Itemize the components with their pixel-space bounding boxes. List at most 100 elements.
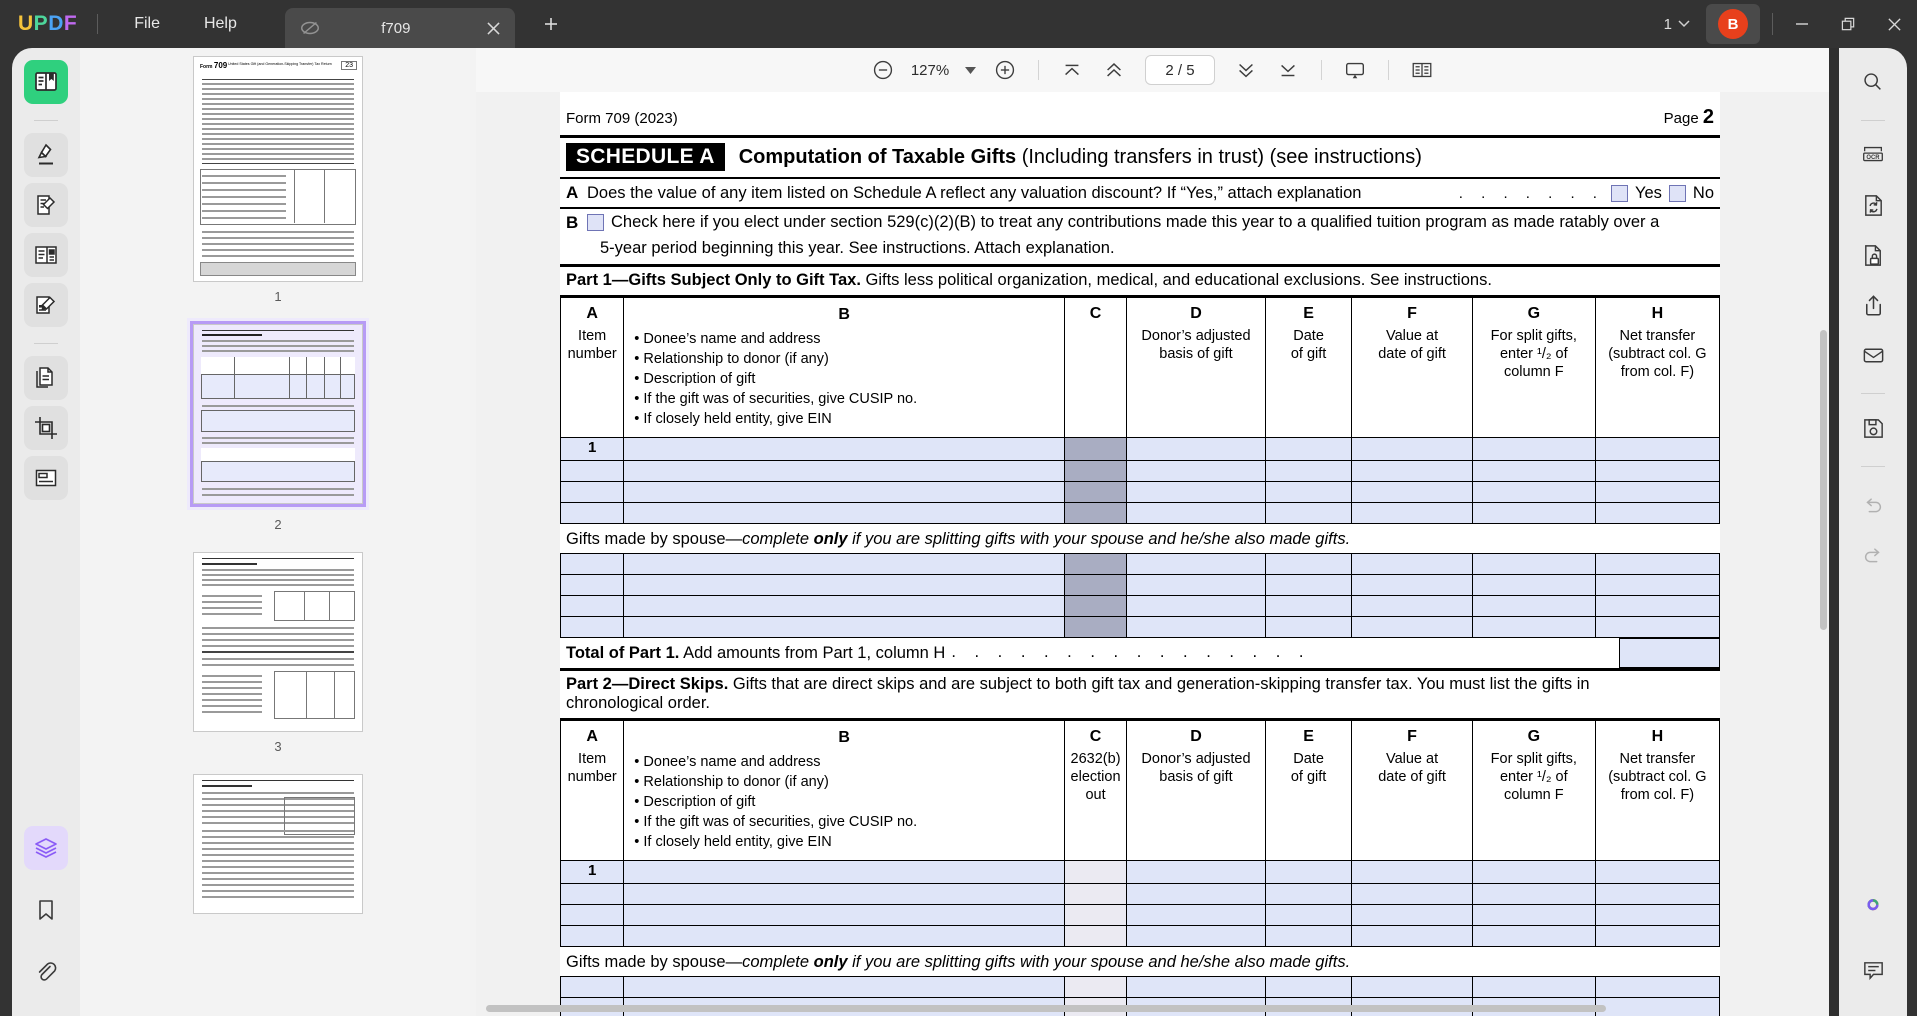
horizontal-scrollbar-thumb[interactable]: [486, 1005, 1606, 1012]
maximize-button[interactable]: [1825, 0, 1871, 48]
cell-d[interactable]: [1126, 883, 1266, 906]
cell-g[interactable]: [1471, 904, 1596, 927]
table-row[interactable]: 1: [559, 437, 1721, 462]
horizontal-scrollbar[interactable]: [476, 1005, 1829, 1012]
table-row[interactable]: [559, 502, 1721, 525]
cell-f[interactable]: [1351, 481, 1473, 504]
cell-b[interactable]: [623, 595, 1065, 618]
sidebar-item-convert[interactable]: [1851, 183, 1895, 227]
table-row[interactable]: [559, 574, 1721, 597]
document-canvas[interactable]: Form 709 (2023) Page 2 SCHEDULE A Comput…: [476, 92, 1829, 1016]
presentation-mode-button[interactable]: [1336, 53, 1374, 87]
cell-a[interactable]: [559, 481, 625, 504]
cell-g[interactable]: [1471, 616, 1596, 639]
cell-f[interactable]: [1351, 437, 1473, 462]
cell-f[interactable]: [1351, 925, 1473, 948]
cell-e[interactable]: [1264, 616, 1353, 639]
thumbnail-item[interactable]: [80, 774, 476, 914]
sidebar-item-edit-pdf[interactable]: [24, 233, 68, 277]
thumbnail-item[interactable]: Form 709 United States Gift (and Generat…: [80, 56, 476, 324]
cell-h[interactable]: [1594, 553, 1721, 576]
zoom-level-value[interactable]: 127%: [906, 62, 954, 79]
checkbox-529-election[interactable]: [587, 214, 604, 231]
table-row[interactable]: [559, 925, 1721, 948]
cell-g[interactable]: [1471, 883, 1596, 906]
cell-e[interactable]: [1264, 976, 1353, 999]
sidebar-item-crop[interactable]: [24, 406, 68, 450]
cell-d[interactable]: [1126, 860, 1266, 885]
cell-e[interactable]: [1264, 925, 1353, 948]
cell-h[interactable]: [1594, 616, 1721, 639]
cell-h[interactable]: [1594, 883, 1721, 906]
cell-b[interactable]: [623, 860, 1065, 885]
cell-g[interactable]: [1471, 574, 1596, 597]
zoom-in-button[interactable]: [986, 53, 1024, 87]
cell-d[interactable]: [1126, 595, 1266, 618]
sidebar-item-edit-text[interactable]: [24, 283, 68, 327]
table-row[interactable]: [559, 460, 1721, 483]
cell-b[interactable]: [623, 481, 1065, 504]
cell-b[interactable]: [623, 976, 1065, 999]
cell-b[interactable]: [623, 904, 1065, 927]
sidebar-item-protect[interactable]: [1851, 233, 1895, 277]
cell-d[interactable]: [1126, 481, 1266, 504]
view-mode-button[interactable]: [1403, 53, 1441, 87]
cell-c[interactable]: [1063, 925, 1128, 948]
cell-b[interactable]: [623, 883, 1065, 906]
cell-f[interactable]: [1351, 904, 1473, 927]
cell-d[interactable]: [1126, 437, 1266, 462]
cell-e[interactable]: [1264, 904, 1353, 927]
close-window-button[interactable]: [1871, 0, 1917, 48]
thumbnail-page-4[interactable]: [193, 774, 363, 914]
new-tab-button[interactable]: [537, 10, 565, 38]
table-row[interactable]: [559, 883, 1721, 906]
thumbnail-item[interactable]: 2: [80, 321, 476, 552]
cell-h[interactable]: [1594, 595, 1721, 618]
cell-b[interactable]: [623, 502, 1065, 525]
page-number-input[interactable]: 2 / 5: [1145, 55, 1215, 85]
total-part-1-amount-field[interactable]: [1619, 638, 1720, 669]
cell-c[interactable]: [1063, 883, 1128, 906]
cell-g[interactable]: [1471, 860, 1596, 885]
next-page-button[interactable]: [1227, 53, 1265, 87]
sidebar-item-organize-pages[interactable]: [24, 356, 68, 400]
table-row[interactable]: [559, 553, 1721, 576]
cell-f[interactable]: [1351, 860, 1473, 885]
cell-a[interactable]: [559, 502, 625, 525]
sidebar-item-ai-assistant[interactable]: [1851, 884, 1895, 928]
cell-g[interactable]: [1471, 460, 1596, 483]
cell-c[interactable]: [1063, 860, 1128, 885]
sidebar-item-comments[interactable]: [1851, 948, 1895, 992]
sidebar-item-bookmarks[interactable]: [24, 888, 68, 932]
cell-g[interactable]: [1471, 595, 1596, 618]
cell-g[interactable]: [1471, 976, 1596, 999]
table-row[interactable]: 1: [559, 860, 1721, 885]
cell-e[interactable]: [1264, 502, 1353, 525]
cell-a[interactable]: [559, 595, 625, 618]
table-row[interactable]: [559, 595, 1721, 618]
sidebar-item-email[interactable]: [1851, 333, 1895, 377]
cell-b[interactable]: [623, 437, 1065, 462]
table-row[interactable]: [559, 616, 1721, 639]
cell-d[interactable]: [1126, 460, 1266, 483]
cell-a[interactable]: [559, 883, 625, 906]
thumbnail-pane[interactable]: Form 709 United States Gift (and Generat…: [80, 48, 476, 1016]
cell-a[interactable]: [559, 616, 625, 639]
thumbnail-page-1[interactable]: Form 709 United States Gift (and Generat…: [193, 56, 363, 282]
cell-f[interactable]: [1351, 616, 1473, 639]
cell-b[interactable]: [623, 925, 1065, 948]
cell-d[interactable]: [1126, 904, 1266, 927]
cell-f[interactable]: [1351, 976, 1473, 999]
window-count-menu[interactable]: 1: [1658, 12, 1696, 37]
cell-h[interactable]: [1594, 481, 1721, 504]
cell-a[interactable]: [559, 460, 625, 483]
document-tab-f709[interactable]: f709: [284, 8, 515, 48]
menu-file[interactable]: File: [112, 9, 182, 39]
cell-h[interactable]: [1594, 904, 1721, 927]
cell-h[interactable]: [1594, 976, 1721, 999]
cell-h[interactable]: [1594, 502, 1721, 525]
previous-page-button[interactable]: [1095, 53, 1133, 87]
cell-g[interactable]: [1471, 437, 1596, 462]
thumbnail-page-2[interactable]: [190, 321, 366, 507]
thumbnail-page-3[interactable]: [193, 552, 363, 732]
